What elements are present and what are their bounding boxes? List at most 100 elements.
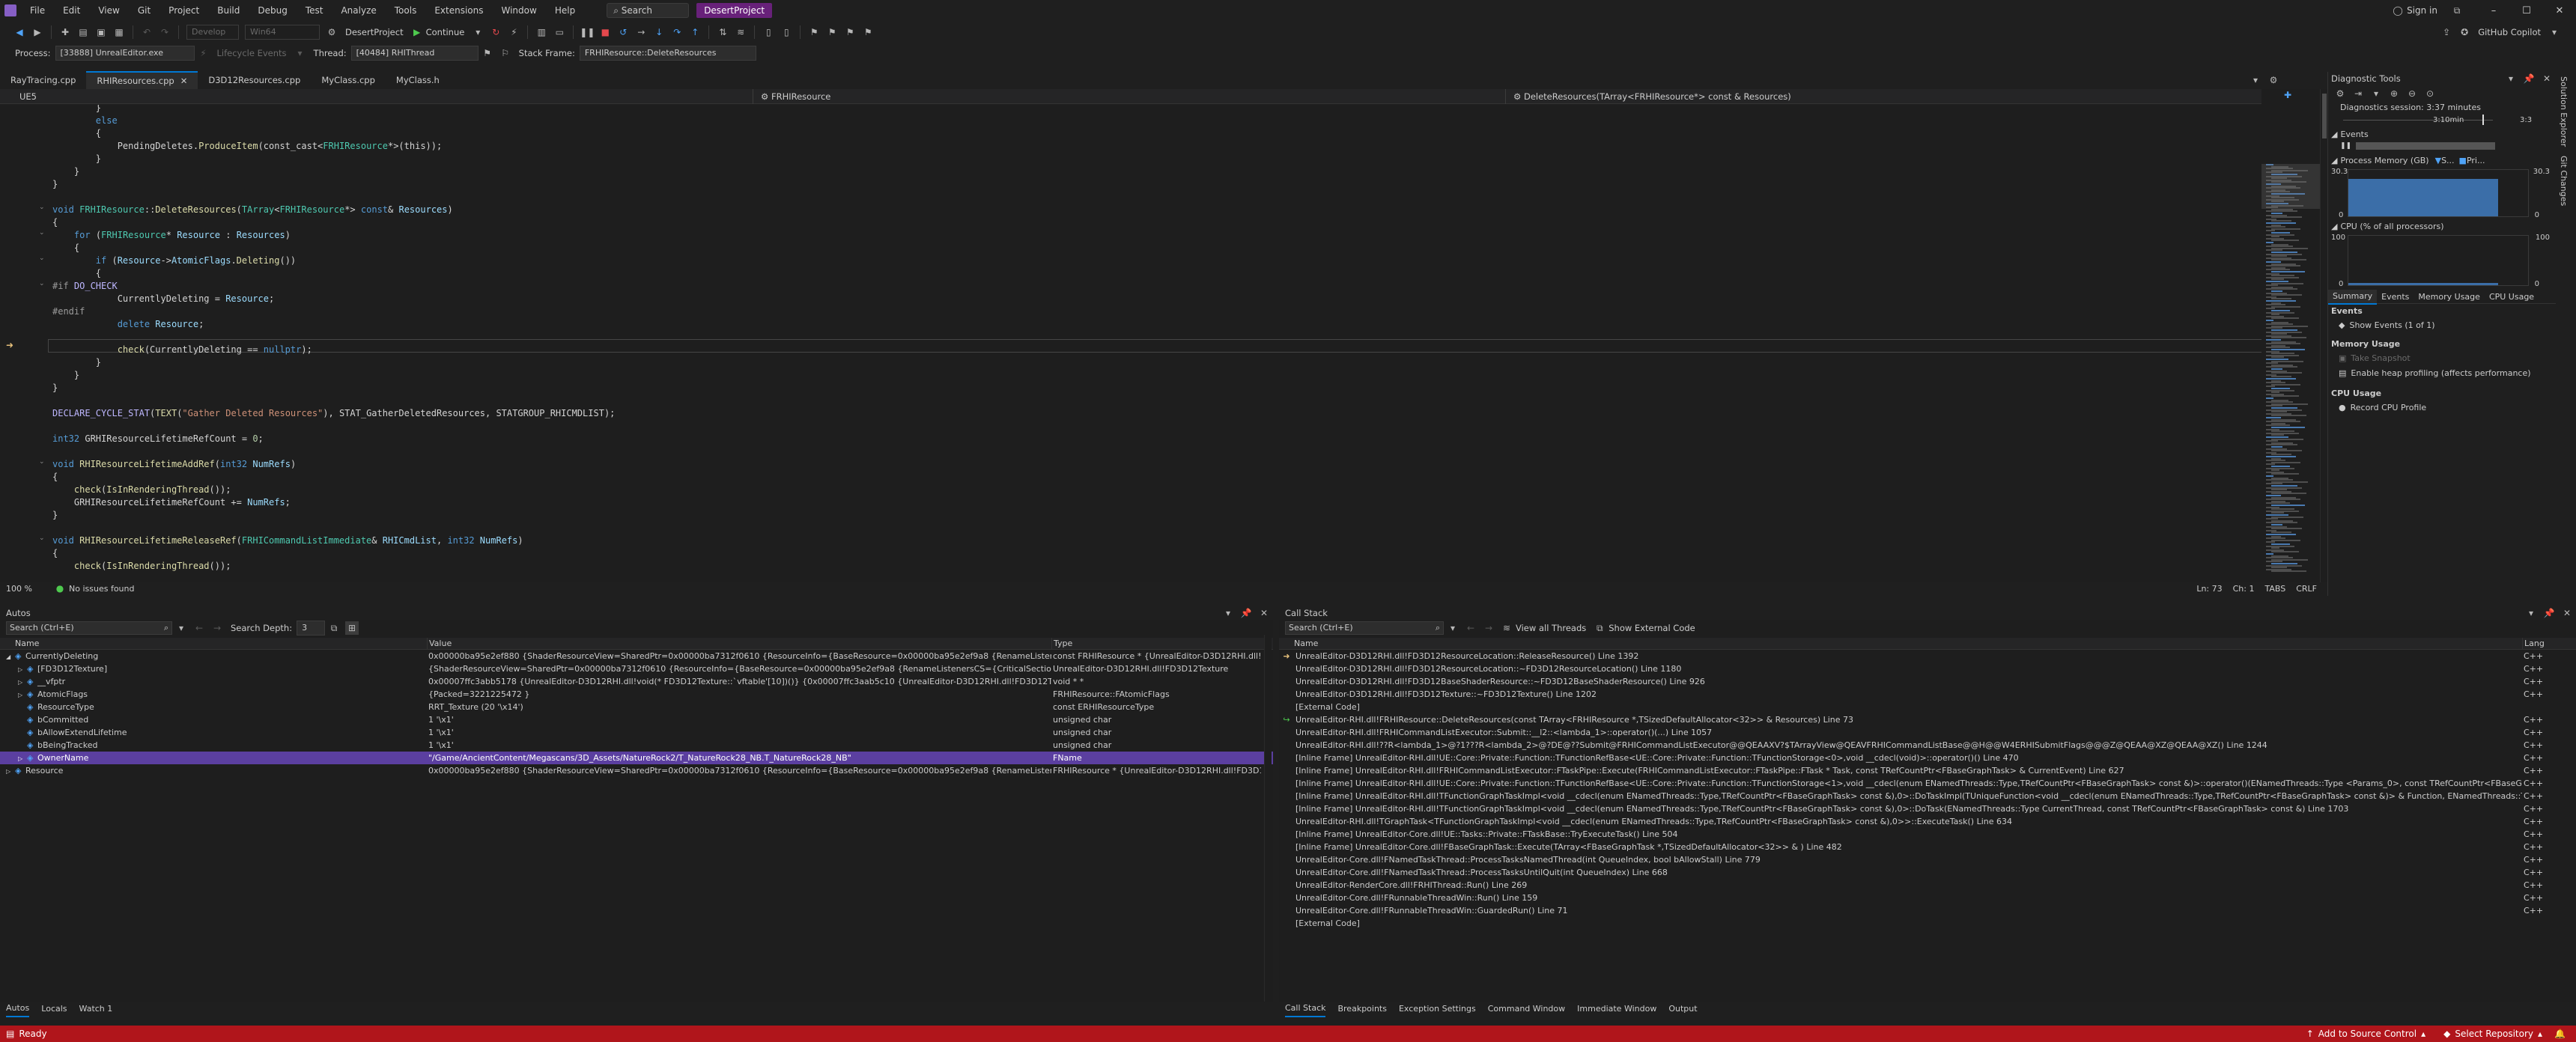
github-copilot-button[interactable]: GitHub Copilot bbox=[2478, 27, 2541, 37]
view-in-visualizer-icon[interactable]: ⧉ bbox=[327, 621, 341, 635]
code-line[interactable]: } bbox=[52, 369, 79, 382]
close-icon[interactable]: ✕ bbox=[1257, 606, 1271, 620]
call-stack-frame[interactable]: UnrealEditor-RHI.dll!TGraphTask<TFunctio… bbox=[1279, 815, 2576, 828]
step-into-icon[interactable]: ↓ bbox=[652, 25, 666, 39]
show-flagged-threads-icon[interactable]: ⚐ bbox=[499, 46, 512, 60]
variable-value[interactable]: 0x00000ba95e2ef880 {ShaderResourceView=S… bbox=[427, 764, 1051, 777]
tab-myclass-h[interactable]: MyClass.h bbox=[386, 72, 450, 88]
tab-raytracing-cpp[interactable]: RayTracing.cpp bbox=[0, 72, 86, 88]
menu-edit[interactable]: Edit bbox=[54, 0, 89, 21]
autos-row[interactable]: ◈ bAllowExtendLifetime 1 '\x1' unsigned cha… bbox=[0, 726, 1273, 739]
reset-zoom-icon[interactable]: ⊙ bbox=[2423, 87, 2437, 100]
settings-icon[interactable]: ⚙ bbox=[2333, 87, 2347, 100]
code-line[interactable]: check(IsInRenderingThread()); bbox=[52, 484, 231, 496]
startup-project[interactable]: DesertProject bbox=[345, 27, 404, 37]
select-tools-icon[interactable]: ▾ bbox=[2369, 87, 2383, 100]
call-stack-frame[interactable]: [Inline Frame] UnrealEditor-RHI.dll!FRHI… bbox=[1279, 764, 2576, 777]
tab-myclass-cpp[interactable]: MyClass.cpp bbox=[311, 72, 386, 88]
autos-row[interactable]: ◈ ResourceType RRT_Texture (20 '\x14') cons… bbox=[0, 701, 1273, 713]
call-stack-frame[interactable]: UnrealEditor-D3D12RHI.dll!FD3D12BaseShad… bbox=[1279, 675, 2576, 688]
bottom-tab-watch-1[interactable]: Watch 1 bbox=[79, 1002, 113, 1017]
bottom-tab-exception-settings[interactable]: Exception Settings bbox=[1399, 1002, 1476, 1017]
menu-window[interactable]: Window bbox=[493, 0, 546, 21]
step-out-icon[interactable]: ↑ bbox=[688, 25, 702, 39]
show-events-link[interactable]: ◆ Show Events (1 of 1) bbox=[2328, 319, 2556, 332]
editor-vertical-scrollbar[interactable] bbox=[2320, 89, 2327, 583]
break-all-icon[interactable]: ❚❚ bbox=[580, 25, 595, 39]
type-scope-dropdown[interactable]: ⚙ FRHIResource bbox=[753, 88, 1505, 104]
split-icon[interactable]: ✚ bbox=[2284, 90, 2291, 100]
call-stack-frame[interactable]: UnrealEditor-Core.dll!FNamedTaskThread::… bbox=[1279, 853, 2576, 866]
events-section-header[interactable]: ◢ Events bbox=[2328, 129, 2556, 141]
view-all-threads-button[interactable]: View all Threads bbox=[1516, 623, 1586, 633]
call-stack-lang-column[interactable]: Lang bbox=[2522, 638, 2567, 649]
code-line[interactable]: for (FRHIResource* Resource : Resources) bbox=[52, 229, 291, 242]
bottom-tab-breakpoints[interactable]: Breakpoints bbox=[1337, 1002, 1387, 1017]
menu-tools[interactable]: Tools bbox=[386, 0, 426, 21]
expand-icon[interactable]: ▷ bbox=[18, 676, 27, 688]
variable-value[interactable]: 1 '\x1' bbox=[427, 726, 1051, 739]
menu-git[interactable]: Git bbox=[129, 0, 160, 21]
save-all-icon[interactable]: ▦ bbox=[112, 25, 126, 39]
code-line[interactable]: int32 GRHIResourceLifetimeRefCount = 0; bbox=[52, 433, 264, 445]
code-line[interactable]: { bbox=[52, 267, 101, 280]
close-window-button[interactable]: ✕ bbox=[2543, 5, 2576, 16]
autos-row[interactable]: ▷ ◈ AtomicFlags {Packed=3221225472 } FRHIRes… bbox=[0, 688, 1273, 701]
select-repository-button[interactable]: Select Repository bbox=[2455, 1029, 2533, 1039]
autos-name-column[interactable]: Name bbox=[0, 638, 427, 649]
call-stack-name-column[interactable]: Name bbox=[1279, 638, 2522, 649]
bottom-tab-command-window[interactable]: Command Window bbox=[1488, 1002, 1565, 1017]
bottom-tab-autos[interactable]: Autos bbox=[6, 1001, 30, 1017]
chevron-down-icon[interactable]: ▾ bbox=[2548, 25, 2561, 39]
variable-value[interactable]: {Packed=3221225472 } bbox=[427, 688, 1051, 701]
code-line[interactable]: { bbox=[52, 547, 58, 560]
call-stack-frame[interactable]: UnrealEditor-RHI.dll!??R<lambda_1>@?1???… bbox=[1279, 739, 2576, 752]
bookmark-icon[interactable]: ⚑ bbox=[807, 25, 821, 39]
chevron-down-icon[interactable]: ▾ bbox=[294, 46, 307, 60]
add-to-source-control-button[interactable]: Add to Source Control bbox=[2318, 1029, 2416, 1039]
heap-profiling-toggle[interactable]: ▤ Enable heap profiling (affects perform… bbox=[2328, 365, 2556, 382]
code-line[interactable]: CurrentlyDeleting = Resource; bbox=[52, 293, 275, 305]
menu-test[interactable]: Test bbox=[297, 0, 332, 21]
process-memory-header[interactable]: ◢ Process Memory (GB) ▼ S... ■ Pri... bbox=[2328, 154, 2556, 168]
call-stack-frame[interactable]: ↪ UnrealEditor-RHI.dll!FRHIResource::Dele… bbox=[1279, 713, 2576, 726]
zoom-in-icon[interactable]: ⊕ bbox=[2387, 87, 2401, 100]
code-line[interactable]: } bbox=[52, 509, 58, 522]
call-stack-search-input[interactable]: Search (Ctrl+E) ⌕ bbox=[1285, 621, 1444, 635]
member-scope-dropdown[interactable]: ⚙ DeleteResources(TArray<FRHIResource*> … bbox=[1505, 88, 2254, 104]
autos-row[interactable]: ◈ bBeingTracked 1 '\x1' unsigned char bbox=[0, 739, 1273, 752]
expand-icon[interactable]: ▷ bbox=[18, 752, 27, 764]
sign-in[interactable]: ◯ Sign in bbox=[2389, 4, 2437, 17]
live-share-icon[interactable]: ⇪ bbox=[2440, 25, 2453, 39]
flag-thread-icon[interactable]: ⚑ bbox=[481, 46, 494, 60]
uncomment-icon[interactable]: ▯ bbox=[780, 25, 793, 39]
chevron-down-icon[interactable]: ▾ bbox=[1221, 606, 1235, 620]
bottom-tab-call-stack[interactable]: Call Stack bbox=[1285, 1001, 1326, 1017]
code-minimap[interactable] bbox=[2261, 89, 2320, 583]
back-icon[interactable]: ◀ bbox=[13, 25, 26, 39]
variable-value[interactable]: {ShaderResourceView=SharedPtr=0x00000ba7… bbox=[427, 662, 1051, 675]
tab-list-icon[interactable]: ▾ bbox=[2249, 73, 2262, 87]
lifecycle-events-button[interactable]: Lifecycle Events bbox=[217, 48, 287, 58]
chevron-up-icon[interactable]: ▴ bbox=[2421, 1029, 2425, 1039]
tab-d3d12resources-cpp[interactable]: D3D12Resources.cpp bbox=[198, 72, 311, 88]
notifications-icon[interactable]: 🔔 bbox=[2554, 1029, 2566, 1039]
call-stack-frame[interactable]: UnrealEditor-RHI.dll!FRHICommandListExec… bbox=[1279, 726, 2576, 739]
call-stack-frame[interactable]: [Inline Frame] UnrealEditor-RHI.dll!TFun… bbox=[1279, 802, 2576, 815]
code-line[interactable]: { bbox=[52, 471, 58, 484]
menu-project[interactable]: Project bbox=[160, 0, 208, 21]
call-stack-frame[interactable]: [Inline Frame] UnrealEditor-RHI.dll!UE::… bbox=[1279, 777, 2576, 790]
call-stack-frame[interactable]: [Inline Frame] UnrealEditor-RHI.dll!UE::… bbox=[1279, 752, 2576, 764]
pin-icon[interactable]: 📌 bbox=[2522, 72, 2536, 85]
call-stack-frame[interactable]: UnrealEditor-D3D12RHI.dll!FD3D12Texture:… bbox=[1279, 688, 2576, 701]
diag-tab-cpu-usage[interactable]: CPU Usage bbox=[2485, 290, 2539, 304]
call-stack-frame[interactable]: UnrealEditor-Core.dll!FNamedTaskThread::… bbox=[1279, 866, 2576, 879]
cpu-usage-chart[interactable]: 100 100 0 0 bbox=[2328, 234, 2556, 289]
show-external-code-button[interactable]: Show External Code bbox=[1609, 623, 1695, 633]
expand-icon[interactable]: ▷ bbox=[18, 689, 27, 701]
diag-tab-memory-usage[interactable]: Memory Usage bbox=[2414, 290, 2485, 304]
stop-debugging-icon[interactable]: ■ bbox=[598, 25, 612, 39]
git-changes-tab[interactable]: Git Changes bbox=[2556, 151, 2572, 210]
code-line[interactable]: void FRHIResource::DeleteResources(TArra… bbox=[52, 204, 453, 216]
new-item-icon[interactable]: ✚ bbox=[58, 25, 72, 39]
